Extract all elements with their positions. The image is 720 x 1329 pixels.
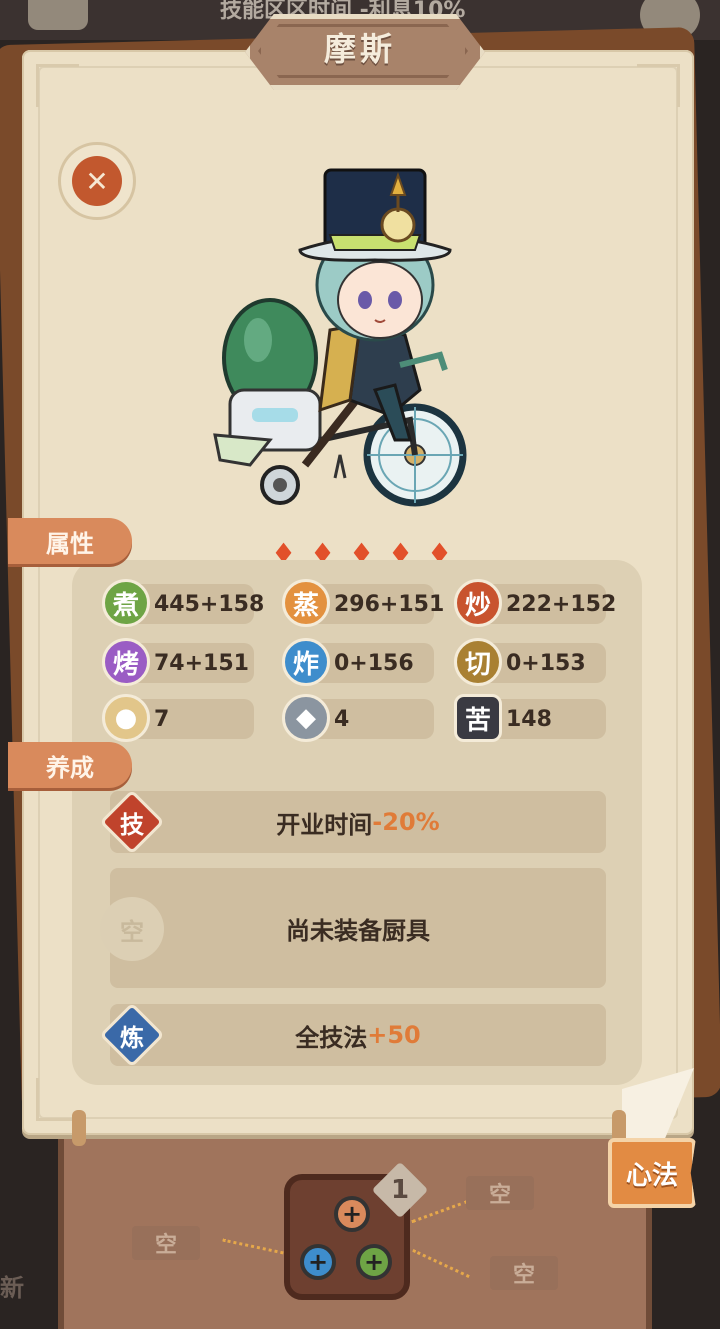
fry-icon: 炸	[282, 638, 330, 686]
paper-pin	[72, 1110, 86, 1146]
stat-value: 0+153	[506, 650, 586, 676]
background-new-label: 新	[0, 1274, 24, 1302]
character-name: 摩斯	[323, 30, 396, 68]
plus-icon[interactable]: +	[300, 1244, 336, 1280]
stat-roast: 烤 74+151	[102, 638, 254, 686]
stat-steam: 蒸 296+151	[282, 579, 444, 627]
stat-bun: ● 7	[102, 694, 254, 742]
skill-icon[interactable]: 技	[99, 789, 165, 855]
crossed-knives-icon: ✕	[72, 156, 122, 206]
attributes-tab[interactable]: 属性	[8, 518, 132, 564]
mind-slot-empty[interactable]: 空	[132, 1226, 200, 1260]
stat-value: 148	[506, 706, 552, 732]
bitter-icon: 苦	[454, 694, 502, 742]
corner-ornament	[637, 64, 680, 107]
equipment-label: 尚未装备厨具	[286, 916, 430, 945]
stat-cut: 切 0+153	[454, 638, 606, 686]
skill-icon-label: 技	[120, 810, 144, 839]
bun-icon: ●	[102, 694, 150, 742]
mind-method-level: 1	[390, 1175, 410, 1205]
stat-value: 74+151	[154, 650, 249, 676]
stat-fish: ◆ 4	[282, 694, 434, 742]
refine-icon[interactable]: 炼	[99, 1002, 165, 1068]
empty-equipment-icon[interactable]: 空	[100, 897, 164, 961]
stat-value: 445+158	[154, 591, 265, 617]
skill-value: -20%	[372, 808, 440, 836]
refine-icon-label: 炼	[120, 1023, 144, 1052]
mind-slot-empty[interactable]: 空	[466, 1176, 534, 1210]
background-left-button	[28, 0, 88, 30]
plus-icon[interactable]: +	[334, 1196, 370, 1232]
skill-label: 开业时间	[276, 810, 373, 839]
stat-stirfry: 炒 222+152	[454, 579, 616, 627]
steam-icon: 蒸	[282, 579, 330, 627]
roast-icon: 烤	[102, 638, 150, 686]
equipment-slot[interactable]: 尚未装备厨具	[110, 868, 606, 988]
fish-icon: ◆	[282, 694, 330, 742]
refine-value: +50	[367, 1021, 421, 1049]
stat-boil: 煮 445+158	[102, 579, 264, 627]
character-portrait	[213, 168, 467, 507]
stirfry-icon: 炒	[454, 579, 502, 627]
stat-value: 4	[334, 706, 350, 732]
rank-badge[interactable]: ✕	[58, 142, 136, 220]
corner-ornament	[36, 64, 79, 107]
stat-value: 222+152	[506, 591, 617, 617]
plus-icon[interactable]: +	[356, 1244, 392, 1280]
stat-bitter: 苦 148	[454, 694, 606, 742]
refine-row[interactable]: 全技法 +50	[110, 1004, 606, 1066]
mind-method-button[interactable]: 心法	[608, 1138, 696, 1208]
skill-row[interactable]: 开业时间 -20%	[110, 791, 606, 853]
cut-icon: 切	[454, 638, 502, 686]
stat-fry: 炸 0+156	[282, 638, 434, 686]
stat-value: 0+156	[334, 650, 414, 676]
boil-icon: 煮	[102, 579, 150, 627]
refine-label: 全技法	[295, 1023, 368, 1052]
mind-slot-empty[interactable]: 空	[490, 1256, 558, 1290]
development-tab[interactable]: 养成	[8, 742, 132, 788]
stat-value: 296+151	[334, 591, 445, 617]
stat-value: 7	[154, 706, 170, 732]
